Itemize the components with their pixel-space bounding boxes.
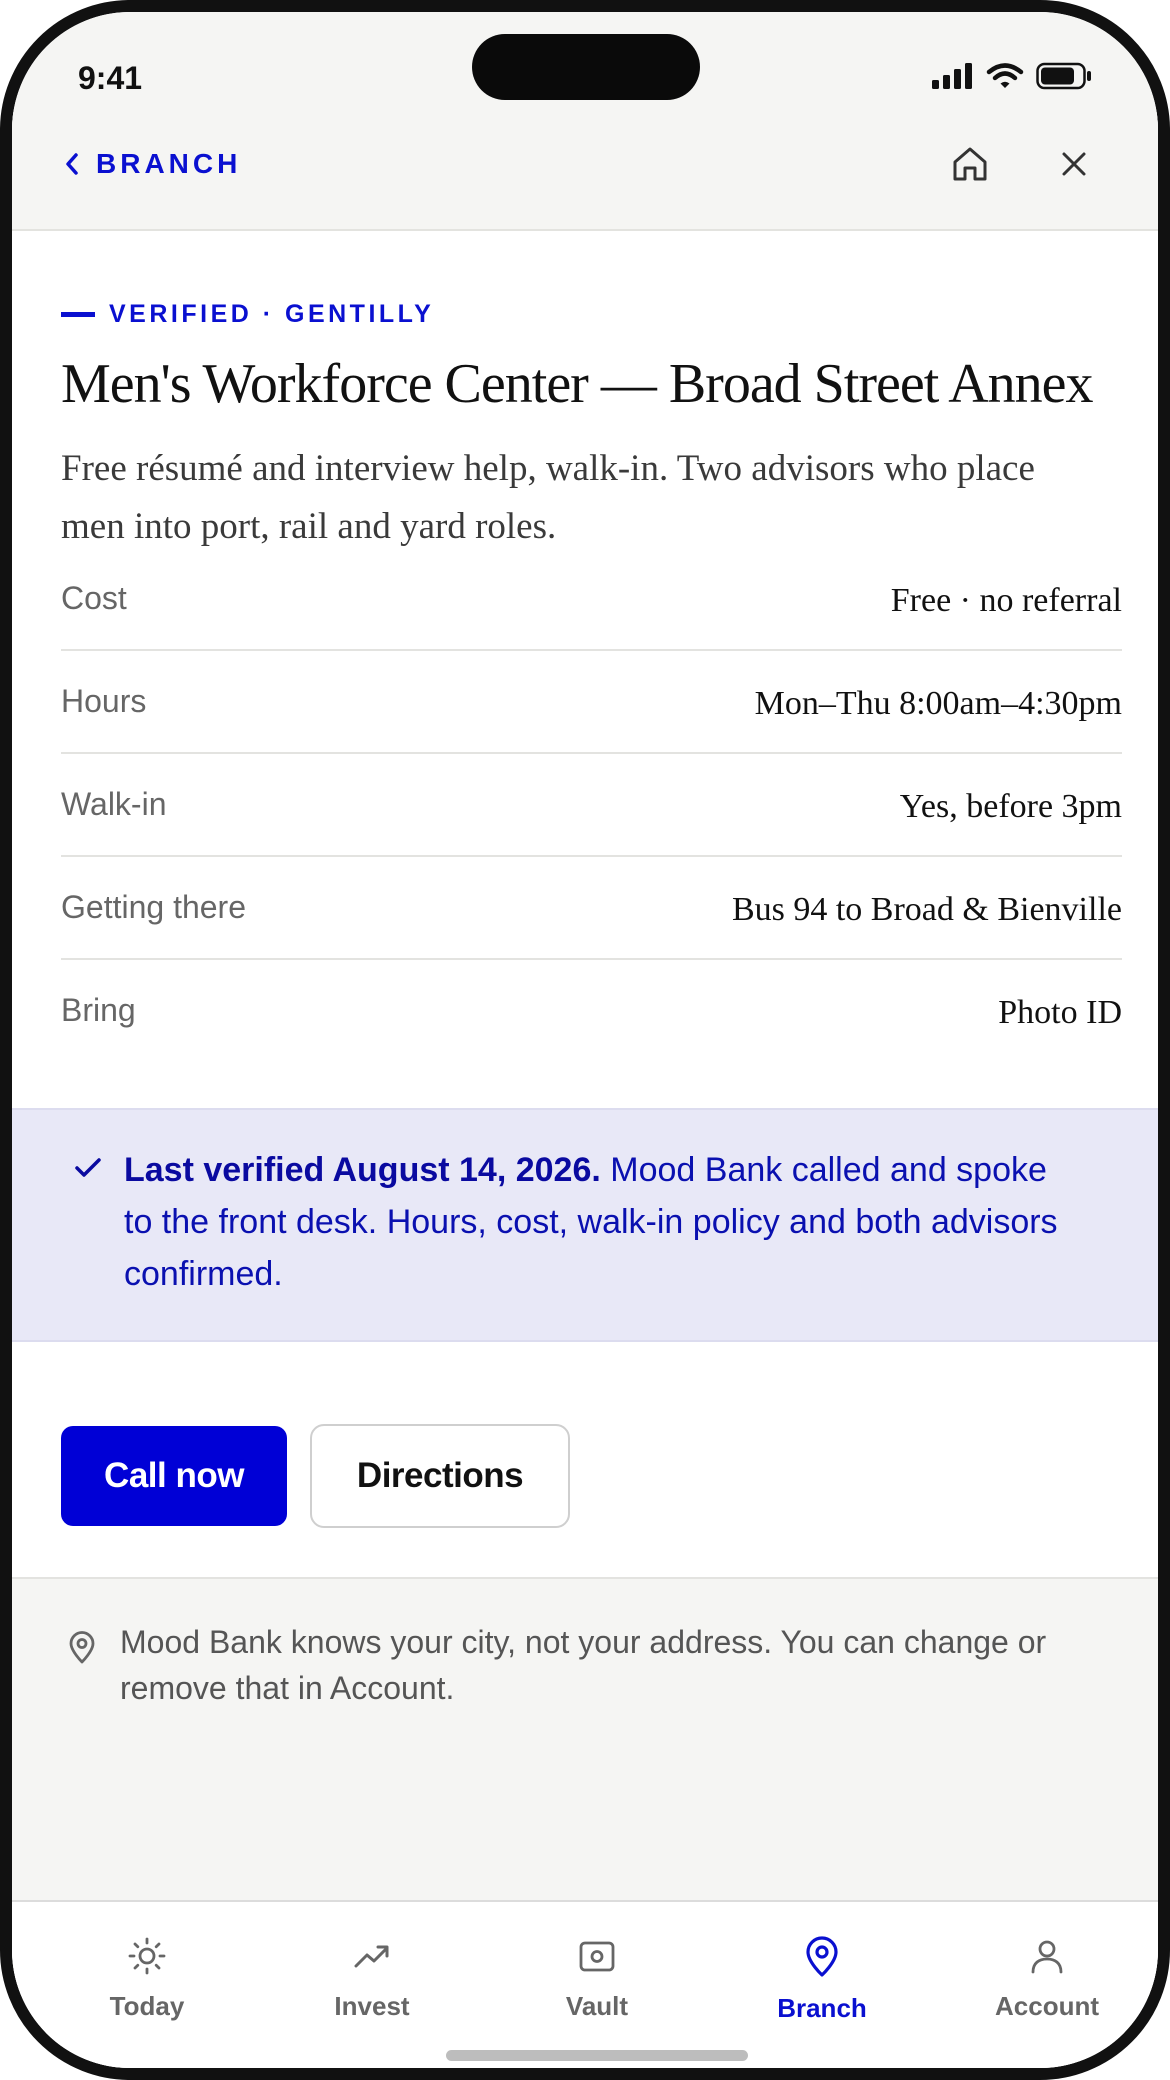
vault-icon — [579, 1941, 615, 1972]
directions-button[interactable]: Directions — [310, 1424, 570, 1528]
tab-label: Today — [109, 1991, 185, 2021]
detail-label: Bring — [61, 992, 136, 1028]
status-icons — [932, 62, 1092, 90]
tab-account[interactable]: Account — [967, 1936, 1127, 2022]
details-list: Cost Free · no referral Hours Mon–Thu 8:… — [61, 548, 1122, 1061]
detail-row-walk-in: Walk-in Yes, before 3pm — [61, 754, 1122, 857]
detail-label: Getting there — [61, 889, 246, 925]
privacy-note: Mood Bank knows your city, not your addr… — [12, 1577, 1158, 1761]
detail-value: Yes, before 3pm — [899, 788, 1122, 825]
battery-icon — [1036, 62, 1091, 90]
listing-description: Free résumé and interview help, walk-in.… — [61, 448, 1035, 547]
phone-frame: 9:41 BRANCH VERIFIED · GENTILLY Men's Wo… — [0, 0, 1170, 2080]
detail-row-getting-there: Getting there Bus 94 to Broad & Bienvill… — [61, 857, 1122, 960]
detail-value: Photo ID — [998, 994, 1122, 1031]
wifi-icon — [986, 63, 1024, 88]
verification-text: Last verified August 14, 2026. Mood Bank… — [124, 1144, 1084, 1300]
detail-label: Hours — [61, 683, 147, 719]
tab-vault[interactable]: Vault — [517, 1936, 677, 2022]
verification-banner: Last verified August 14, 2026. Mood Bank… — [12, 1108, 1158, 1342]
eyebrow-text: VERIFIED · GENTILLY — [109, 300, 435, 328]
screen: 9:41 BRANCH VERIFIED · GENTILLY Men's Wo… — [12, 12, 1158, 2068]
detail-value: Bus 94 to Broad & Bienville — [731, 891, 1122, 928]
location-pin-icon — [806, 1936, 838, 1977]
tab-label: Branch — [777, 1993, 867, 2023]
close-icon[interactable] — [1056, 146, 1092, 182]
detail-label: Cost — [61, 580, 127, 616]
home-indicator[interactable] — [446, 2050, 748, 2061]
tab-bar: Today Invest Vault Branch Account — [12, 1900, 1158, 2068]
nav-header: BRANCH — [12, 112, 1158, 231]
trend-up-icon — [354, 1945, 389, 1968]
tab-invest[interactable]: Invest — [292, 1936, 452, 2022]
detail-row-bring: Bring Photo ID — [61, 960, 1122, 1061]
tab-label: Vault — [565, 1991, 629, 2021]
sun-icon — [128, 1937, 166, 1975]
cellular-signal-icon — [932, 63, 972, 89]
checkmark-icon — [75, 1158, 101, 1177]
detail-value: Free · no referral — [890, 582, 1122, 619]
dynamic-island — [472, 34, 700, 100]
detail-value: Mon–Thu 8:00am–4:30pm — [754, 685, 1122, 722]
tab-branch[interactable]: Branch — [742, 1936, 902, 2024]
eyebrow-dash — [61, 312, 95, 317]
tab-label: Account — [995, 1991, 1099, 2021]
person-icon — [1031, 1940, 1063, 1974]
verification-date: Last verified August 14, 2026. — [124, 1151, 601, 1189]
tab-today[interactable]: Today — [67, 1936, 227, 2022]
privacy-text: Mood Bank knows your city, not your addr… — [120, 1624, 1047, 1706]
page-title: Men's Workforce Center — Broad Street An… — [61, 353, 1093, 415]
chevron-left-icon — [66, 153, 78, 175]
status-time: 9:41 — [78, 60, 143, 96]
detail-row-hours: Hours Mon–Thu 8:00am–4:30pm — [61, 651, 1122, 754]
detail-row-cost: Cost Free · no referral — [61, 548, 1122, 651]
call-now-button[interactable]: Call now — [61, 1426, 287, 1526]
location-pin-icon — [69, 1631, 95, 1664]
back-label: BRANCH — [96, 148, 242, 179]
eyebrow: VERIFIED · GENTILLY — [61, 300, 434, 329]
detail-label: Walk-in — [61, 786, 167, 822]
back-button[interactable]: BRANCH — [64, 148, 241, 180]
tab-label: Invest — [334, 1991, 410, 2021]
home-icon[interactable] — [950, 144, 990, 184]
